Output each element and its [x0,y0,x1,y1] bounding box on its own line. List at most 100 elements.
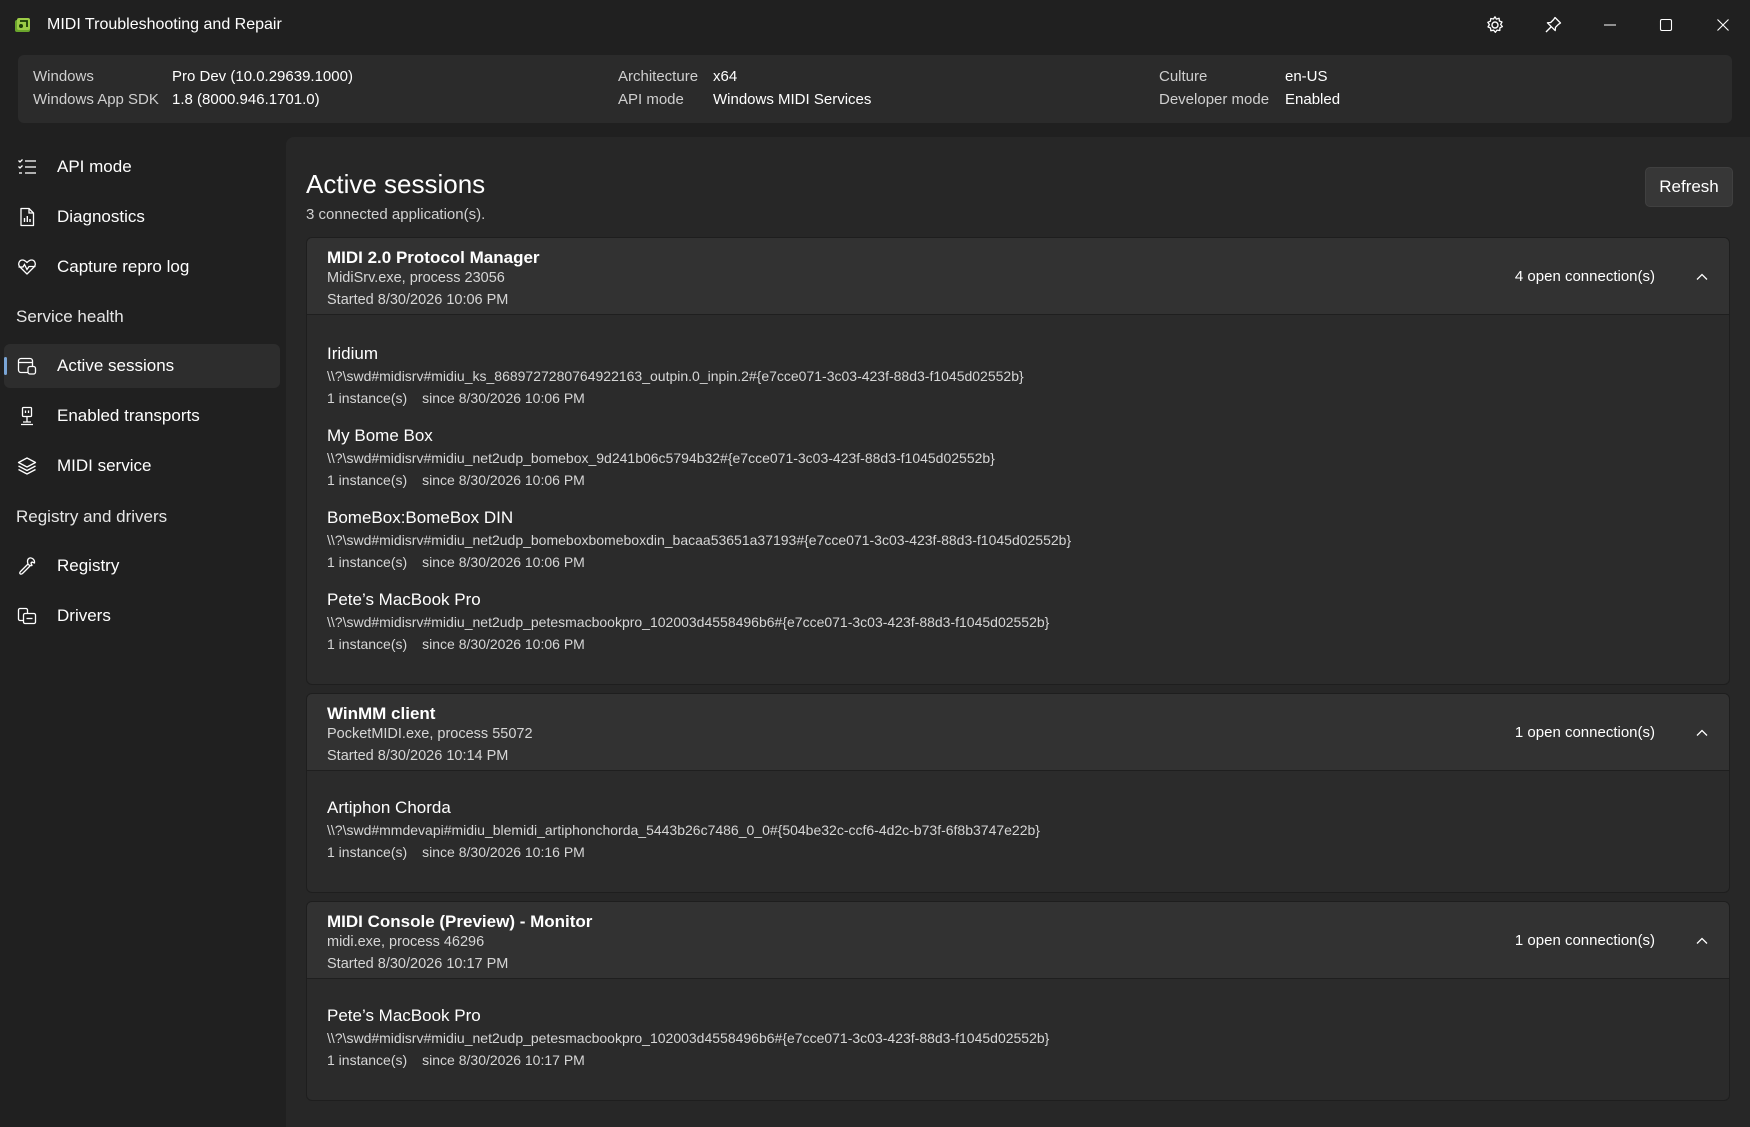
connection-instances: 1 instance(s) [327,472,408,488]
page-title: Active sessions [306,169,486,199]
connection-item: Iridium \\?\swd#midisrv#midiu_ks_8689727… [327,343,1024,409]
culture-label: Culture [1159,68,1208,85]
developer-mode-value: Enabled [1285,91,1341,108]
connection-name: Artiphon Chorda [327,798,451,817]
connection-item: My Bome Box \\?\swd#midisrv#midiu_net2ud… [327,425,995,491]
maximize-icon [1659,18,1673,32]
developer-mode-label: Developer mode [1159,91,1270,108]
connection-since: since 8/30/2026 10:06 PM [422,636,585,652]
sidebar-label-enabled-transports: Enabled transports [57,406,200,425]
connection-instances: 1 instance(s) [327,636,408,652]
connection-instances: 1 instance(s) [327,1052,408,1068]
checklist-icon [17,157,37,177]
connection-since: since 8/30/2026 10:06 PM [422,390,585,406]
wrench-icon [17,556,37,576]
info-column-culture: Culture en-US Developer mode Enabled [1159,65,1340,111]
sdk-value: 1.8 (8000.946.1701.0) [172,91,320,108]
refresh-button[interactable]: Refresh [1645,167,1733,207]
api-mode-value: Windows MIDI Services [713,91,872,108]
info-column-architecture: Architecture x64 API mode Windows MIDI Ser… [618,65,871,111]
session-name: MIDI 2.0 Protocol Manager [327,248,540,267]
connection-instances: 1 instance(s) [327,390,408,406]
app-icon [14,17,32,33]
pin-button[interactable] [1530,6,1576,44]
app-session-icon [17,356,37,376]
close-button[interactable] [1700,6,1746,44]
usb-plug-icon [17,406,37,426]
sdk-label: Windows App SDK [33,91,159,108]
pin-icon [1543,15,1563,35]
sidebar-item-active-sessions[interactable]: Active sessions [4,344,280,388]
sidebar-label-midi-service: MIDI service [57,456,152,475]
sidebar-header-registry-drivers: Registry and drivers [16,507,168,526]
sidebar-item-api-mode[interactable]: API mode [4,145,280,189]
session-process: PocketMIDI.exe, process 55072 [327,726,533,742]
connection-since: since 8/30/2026 10:17 PM [422,1052,585,1068]
connection-since: since 8/30/2026 10:06 PM [422,472,585,488]
session-process: midi.exe, process 46296 [327,934,485,950]
architecture-value: x64 [713,68,738,85]
connection-item: Pete’s MacBook Pro \\?\swd#midisrv#midiu… [327,589,1049,655]
sidebar-label-active-sessions: Active sessions [57,356,175,375]
sidebar-item-drivers[interactable]: Drivers [4,594,280,638]
connection-instances: 1 instance(s) [327,844,408,860]
system-info-bar: Windows Pro Dev (10.0.29639.1000) Windows… [18,55,1732,123]
maximize-button[interactable] [1643,6,1689,44]
connection-since: since 8/30/2026 10:06 PM [422,554,585,570]
connection-item: Artiphon Chorda \\?\swd#mmdevapi#midiu_b… [327,797,1040,863]
chevron-up-icon[interactable] [1691,266,1713,288]
session-card: WinMM client PocketMIDI.exe, process 550… [306,693,1730,893]
session-card: MIDI Console (Preview) - Monitor midi.ex… [306,901,1730,1101]
session-name: WinMM client [327,704,436,723]
connection-name: My Bome Box [327,426,433,445]
connection-id: \\?\swd#midisrv#midiu_net2udp_bomebox_9d… [327,450,995,466]
sidebar-item-registry[interactable]: Registry [4,544,280,588]
session-started: Started 8/30/2026 10:17 PM [327,956,509,972]
document-chart-icon [17,207,37,227]
session-connection-count: 1 open connection(s) [1514,724,1655,741]
session-header[interactable]: MIDI Console (Preview) - Monitor midi.ex… [307,902,1729,979]
driver-icon [17,606,37,626]
connection-name: Pete’s MacBook Pro [327,590,481,609]
connection-id: \\?\swd#midisrv#midiu_ks_868972728076492… [327,368,1024,384]
sidebar-header-service-health: Service health [16,307,124,326]
connection-item: BomeBox:BomeBox DIN \\?\swd#midisrv#midi… [327,507,1071,573]
connection-name: BomeBox:BomeBox DIN [327,508,514,527]
windows-label: Windows [33,68,94,85]
connection-since: since 8/30/2026 10:16 PM [422,844,585,860]
session-started: Started 8/30/2026 10:14 PM [327,748,509,764]
session-card: MIDI 2.0 Protocol Manager MidiSrv.exe, p… [306,237,1730,685]
architecture-label: Architecture [618,68,699,85]
session-name: MIDI Console (Preview) - Monitor [327,912,593,931]
window-title: MIDI Troubleshooting and Repair [47,16,282,33]
main-content: Active sessions 3 connected application(… [286,137,1750,1127]
session-header[interactable]: WinMM client PocketMIDI.exe, process 550… [307,694,1729,771]
close-icon [1716,18,1730,32]
settings-button[interactable] [1472,6,1518,44]
app-window: MIDI Troubleshooting and Repair Windows … [0,0,1750,1127]
sidebar-item-midi-service[interactable]: MIDI service [4,444,280,488]
sidebar-label-api-mode: API mode [57,157,132,176]
session-started: Started 8/30/2026 10:06 PM [327,292,509,308]
sidebar-item-diagnostics[interactable]: Diagnostics [4,195,280,239]
settings-icon [1485,15,1505,35]
minimize-icon [1603,18,1617,32]
connection-item: Pete’s MacBook Pro \\?\swd#midisrv#midiu… [327,1005,1049,1071]
session-header[interactable]: MIDI 2.0 Protocol Manager MidiSrv.exe, p… [307,238,1729,315]
connection-name: Pete’s MacBook Pro [327,1006,481,1025]
chevron-up-icon[interactable] [1691,722,1713,744]
heart-pulse-icon [17,257,37,277]
connection-id: \\?\swd#midisrv#midiu_net2udp_petesmacbo… [327,1030,1050,1046]
sidebar-item-capture-repro-log[interactable]: Capture repro log [4,245,280,289]
connection-id: \\?\swd#mmdevapi#midiu_blemidi_artiphonc… [327,822,1040,838]
page-subtitle: 3 connected application(s). [306,206,486,223]
session-connection-count: 4 open connection(s) [1514,268,1655,285]
sidebar-label-diagnostics: Diagnostics [57,207,145,226]
minimize-button[interactable] [1587,6,1633,44]
connection-instances: 1 instance(s) [327,554,408,570]
session-process: MidiSrv.exe, process 23056 [327,270,505,286]
chevron-up-icon[interactable] [1691,930,1713,952]
sidebar-item-enabled-transports[interactable]: Enabled transports [4,394,280,438]
session-connection-count: 1 open connection(s) [1514,932,1655,949]
sidebar-label-registry: Registry [57,556,120,575]
